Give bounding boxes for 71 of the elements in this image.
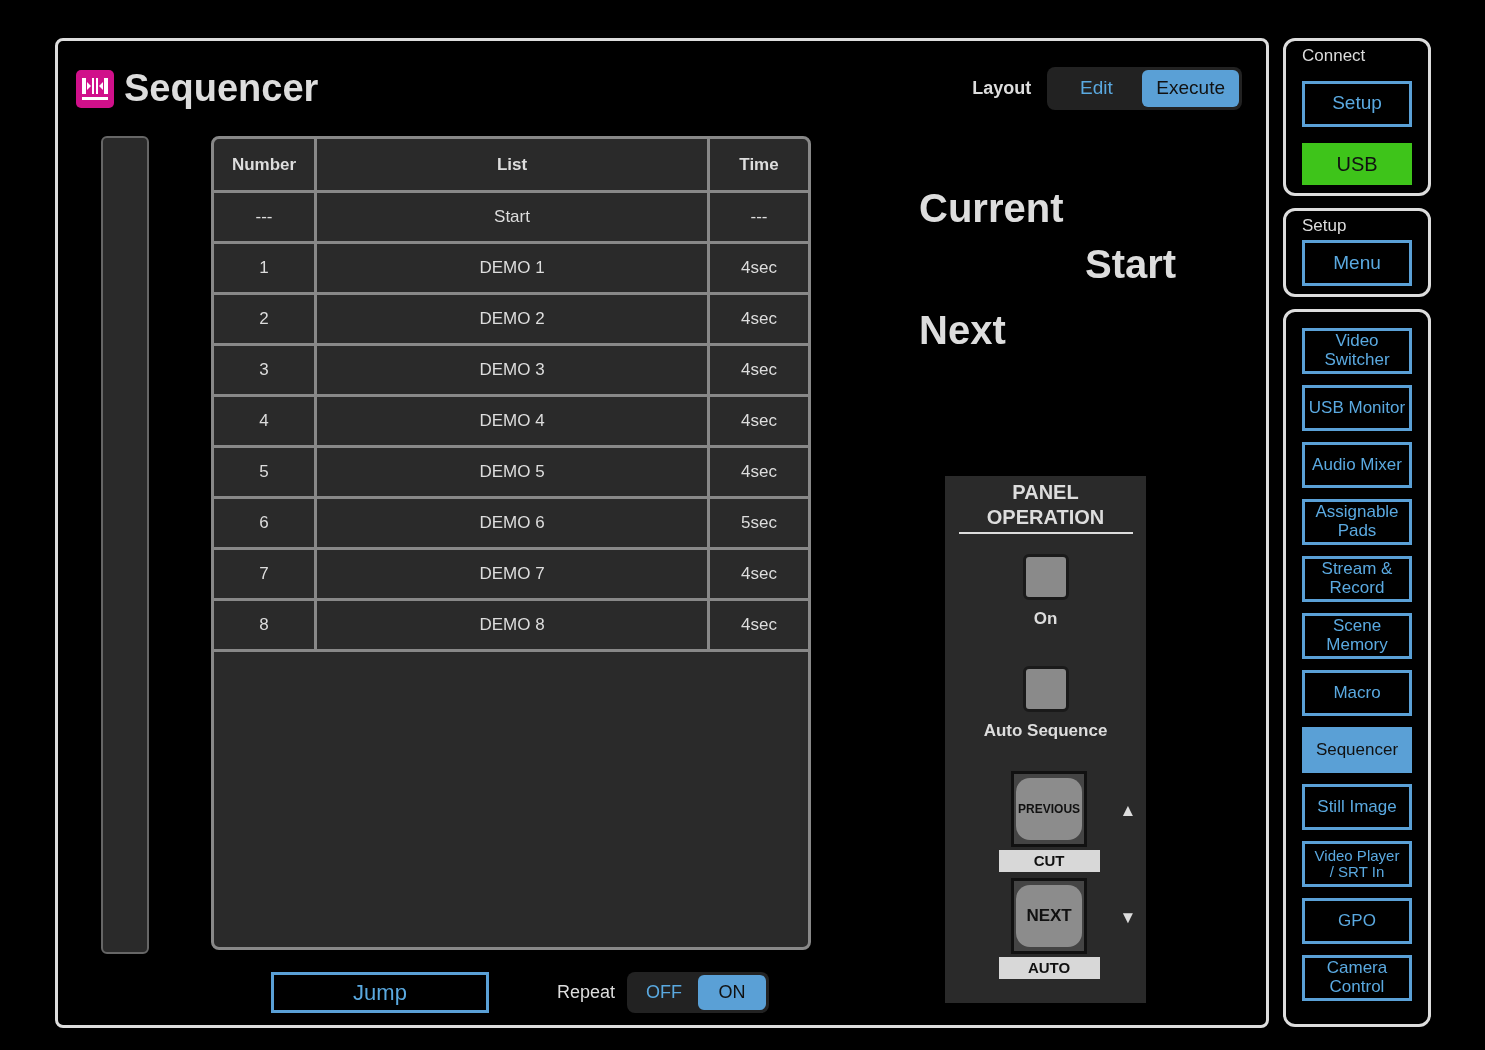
table-cell: 4sec	[707, 601, 808, 649]
table-cell-text: 1	[258, 257, 270, 280]
toggle-option[interactable]: Edit	[1050, 70, 1143, 107]
key-button[interactable]: PREVIOUS	[1011, 771, 1088, 847]
sidebar-button[interactable]: Stream & Record	[1302, 556, 1412, 602]
sidebar-button[interactable]: Menu	[1302, 240, 1412, 286]
next-label: Next	[919, 308, 1007, 352]
table-cell: 4sec	[707, 448, 808, 496]
toggle-option[interactable]: OFF	[630, 975, 699, 1010]
table-cell-text: 5	[258, 461, 270, 484]
sidebar-button[interactable]: Video Player / SRT In	[1302, 841, 1412, 887]
table-cell: 5sec	[707, 499, 808, 547]
table-cell: DEMO 7	[314, 550, 707, 598]
panel-title: PANEL OPERATION	[958, 480, 1133, 534]
table-cell: DEMO 6	[314, 499, 707, 547]
usb-status-indicator: USB	[1302, 142, 1412, 185]
table-cell: Start	[314, 193, 707, 241]
sidebar-button[interactable]: GPO	[1302, 898, 1412, 944]
table-cell: ---	[707, 193, 808, 241]
jump-button[interactable]: Jump	[271, 972, 489, 1013]
arrow-icon: ▲	[1119, 797, 1137, 824]
table-cell: 4sec	[707, 550, 808, 598]
layout-label: Layout	[972, 77, 1032, 100]
column-header: Number	[230, 153, 298, 176]
sidebar-button[interactable]: Macro	[1302, 670, 1412, 716]
table-cell: 4sec	[707, 244, 808, 292]
sidebar-button[interactable]: Assignable Pads	[1302, 499, 1412, 545]
arrow-icon: ▼	[1119, 904, 1137, 931]
current-value: Start	[1085, 242, 1178, 286]
table-cell: DEMO 4	[314, 397, 707, 445]
table-cell-text: 3	[258, 359, 270, 382]
sequencer-logo-icon	[76, 69, 114, 108]
table-cell: 4sec	[707, 346, 808, 394]
group-title: Connect	[1301, 45, 1366, 67]
table-cell-text: ---	[254, 206, 274, 229]
sidebar-button[interactable]: Audio Mixer	[1302, 442, 1412, 488]
sidebar-button[interactable]: Setup	[1302, 80, 1412, 127]
column-header: Time	[707, 139, 808, 190]
key-caption: CUT	[998, 850, 1100, 872]
square-button[interactable]	[1022, 665, 1069, 712]
key-button[interactable]: NEXT	[1011, 878, 1088, 954]
table-cell-text: 8	[258, 614, 270, 637]
table-cell: DEMO 2	[314, 295, 707, 343]
scroll-track[interactable]	[101, 136, 149, 954]
sidebar-button[interactable]: Camera Control	[1302, 955, 1412, 1001]
table-cell-text: 7	[258, 563, 270, 586]
repeat-label: Repeat	[557, 981, 616, 1004]
table-cell-text: 4	[258, 410, 270, 433]
table-cell: 4sec	[707, 397, 808, 445]
table-cell: DEMO 5	[314, 448, 707, 496]
app-title: Sequencer	[124, 66, 319, 111]
table-cell: DEMO 3	[314, 346, 707, 394]
sidebar-button[interactable]: Video Switcher	[1302, 328, 1412, 374]
table-cell-text: 2	[258, 308, 270, 331]
toggle-option[interactable]: Execute	[1142, 70, 1239, 107]
table-cell: DEMO 1	[314, 244, 707, 292]
sidebar-button[interactable]: Scene Memory	[1302, 613, 1412, 659]
table-cell: 4sec	[707, 295, 808, 343]
toggle-option[interactable]: ON	[698, 975, 767, 1010]
sidebar-button[interactable]: Sequencer	[1302, 727, 1412, 773]
column-header: List	[314, 139, 707, 190]
table-cell: DEMO 8	[314, 601, 707, 649]
current-label: Current	[919, 186, 1065, 230]
sidebar-button[interactable]: Still Image	[1302, 784, 1412, 830]
key-caption: AUTO	[998, 957, 1100, 979]
switch-label: Auto Sequence	[983, 719, 1108, 742]
switch-label: On	[1033, 608, 1058, 630]
square-button[interactable]	[1022, 554, 1069, 600]
sidebar-button[interactable]: USB Monitor	[1302, 385, 1412, 431]
group-title: Setup	[1301, 214, 1347, 237]
table-cell-text: 6	[258, 512, 270, 535]
